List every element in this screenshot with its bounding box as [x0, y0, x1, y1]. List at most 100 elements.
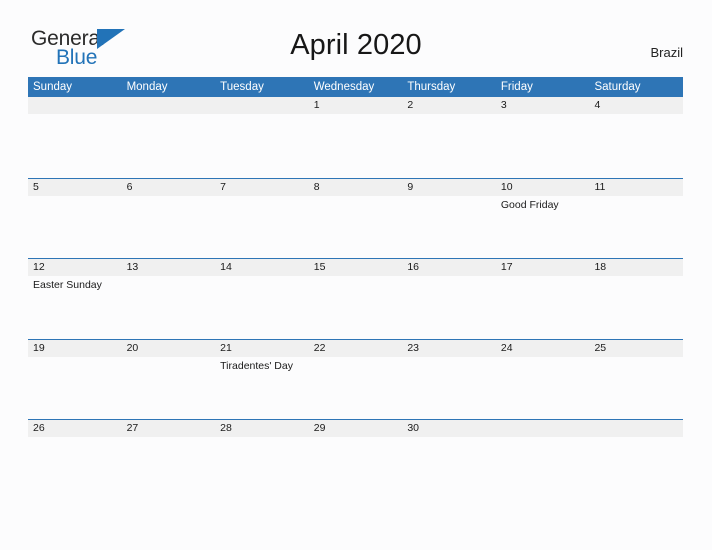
day-number-band: 11: [589, 178, 684, 196]
calendar-day-cell[interactable]: 22: [308, 339, 403, 420]
day-number-band: 20: [121, 339, 216, 357]
day-number: 26: [33, 422, 45, 434]
weekday-header-saturday: Saturday: [594, 81, 641, 93]
day-number-band: 13: [121, 259, 216, 276]
day-number: 17: [500, 261, 513, 273]
day-events: [28, 196, 122, 199]
calendar-day-cell[interactable]: 27: [121, 420, 216, 500]
calendar-day-cell[interactable]: 3: [495, 97, 590, 178]
day-number: 6: [126, 180, 133, 193]
calendar-day-cell[interactable]: 9: [402, 178, 496, 259]
day-number-band: 6: [121, 178, 216, 196]
calendar-day-cell[interactable]: 19: [28, 339, 122, 420]
day-number: 16: [407, 261, 419, 273]
day-number-band: 29: [308, 420, 403, 437]
day-number-band: 24: [495, 339, 590, 357]
calendar-day-cell[interactable]: 6: [121, 178, 216, 259]
day-number-band: [28, 97, 122, 114]
calendar-day-cell[interactable]: 13: [121, 259, 216, 339]
day-number: 12: [33, 261, 45, 273]
weekday-header-row: Sunday Monday Tuesday Wednesday Thursday Frid…: [28, 77, 683, 97]
calendar-day-cell-empty: [215, 97, 309, 178]
day-number-band: 22: [308, 339, 403, 357]
day-number-band: 2: [402, 97, 496, 114]
calendar-day-cell[interactable]: 10 Good Friday: [495, 178, 590, 259]
day-events: Easter Sunday: [28, 276, 122, 292]
day-events: [402, 357, 496, 360]
holiday-label: Easter Sunday: [33, 279, 102, 291]
day-events: [589, 114, 683, 117]
calendar-day-cell[interactable]: 7: [215, 178, 309, 259]
day-number-band: 30: [402, 420, 496, 437]
day-events: [402, 276, 496, 279]
day-number: 30: [407, 422, 419, 434]
calendar-day-cell[interactable]: 20: [121, 339, 216, 420]
day-events: [28, 114, 122, 117]
weekday-header-thursday: Thursday: [407, 81, 456, 93]
day-number-band: 5: [28, 178, 122, 196]
calendar-day-cell[interactable]: 25: [589, 339, 684, 420]
day-events: [589, 196, 683, 199]
day-events: [402, 114, 496, 117]
day-events: [122, 276, 216, 279]
calendar-day-cell[interactable]: 21 Tiradentes' Day: [215, 339, 309, 420]
day-events: [496, 437, 590, 440]
day-number-band: 25: [589, 339, 684, 357]
calendar-day-cell[interactable]: 18: [589, 259, 684, 339]
holiday-label: Good Friday: [500, 198, 559, 211]
calendar-day-cell[interactable]: 11: [589, 178, 684, 259]
calendar-day-cell[interactable]: 24: [495, 339, 590, 420]
day-number-band: 27: [121, 420, 216, 437]
calendar-day-cell[interactable]: 23: [402, 339, 496, 420]
day-events: [309, 357, 403, 360]
day-number: 13: [126, 261, 139, 273]
day-number-band: 7: [215, 178, 309, 196]
day-number: 10: [500, 180, 513, 193]
calendar-day-cell[interactable]: 28: [215, 420, 309, 500]
day-events: [309, 437, 403, 440]
day-number-band: 26: [28, 420, 122, 437]
calendar-day-cell[interactable]: 12 Easter Sunday: [28, 259, 122, 339]
day-events: [309, 196, 403, 199]
day-number: 5: [33, 180, 39, 193]
day-events: [589, 437, 683, 440]
day-events: [215, 437, 309, 440]
calendar-day-cell[interactable]: 5: [28, 178, 122, 259]
day-number-band: 12: [28, 259, 122, 276]
calendar-day-cell[interactable]: 15: [308, 259, 403, 339]
day-number-band: 10: [495, 178, 590, 196]
page-header: General Blue April 2020 Brazil: [0, 0, 712, 76]
day-number-band: 18: [589, 259, 684, 276]
weekday-header-friday: Friday: [500, 81, 533, 93]
calendar-body: 1 2 3 4 5 6 7 8 9 10 Good Friday 11 12 Easter Sunday 1…: [28, 97, 684, 500]
holiday-label: Tiradentes' Day: [220, 359, 293, 372]
calendar-day-cell[interactable]: 4: [589, 97, 684, 178]
weekday-header-sunday: Sunday: [33, 81, 73, 93]
day-events: [28, 437, 122, 440]
day-number: 11: [594, 180, 606, 193]
day-events: [215, 276, 309, 279]
calendar-day-cell-empty: [28, 97, 122, 178]
calendar-day-cell[interactable]: 17: [495, 259, 590, 339]
calendar-day-cell[interactable]: 1: [308, 97, 403, 178]
calendar-week-row: 19 20 21 Tiradentes' Day 22 23 24 25: [28, 338, 684, 420]
calendar-day-cell[interactable]: 29: [308, 420, 403, 500]
calendar-day-cell[interactable]: 26: [28, 420, 122, 500]
calendar-day-cell[interactable]: 16: [402, 259, 496, 339]
calendar-day-cell[interactable]: 30: [402, 420, 496, 500]
day-number: 19: [33, 341, 45, 354]
calendar-day-cell[interactable]: 14: [215, 259, 309, 339]
calendar-day-cell[interactable]: 2: [402, 97, 496, 178]
day-number-band: 1: [308, 97, 403, 114]
day-events: [215, 114, 309, 117]
calendar-day-cell[interactable]: 8: [308, 178, 403, 259]
calendar-page: General Blue April 2020 Brazil Sunday Mon…: [0, 0, 712, 550]
calendar-week-inner: 1 2 3 4: [28, 97, 684, 178]
day-events: [589, 357, 683, 360]
day-number: 4: [594, 99, 601, 111]
day-events: [589, 276, 683, 279]
day-events: [122, 357, 216, 360]
day-number: 28: [220, 422, 232, 434]
day-events: [215, 196, 309, 199]
day-number: 8: [313, 180, 320, 193]
